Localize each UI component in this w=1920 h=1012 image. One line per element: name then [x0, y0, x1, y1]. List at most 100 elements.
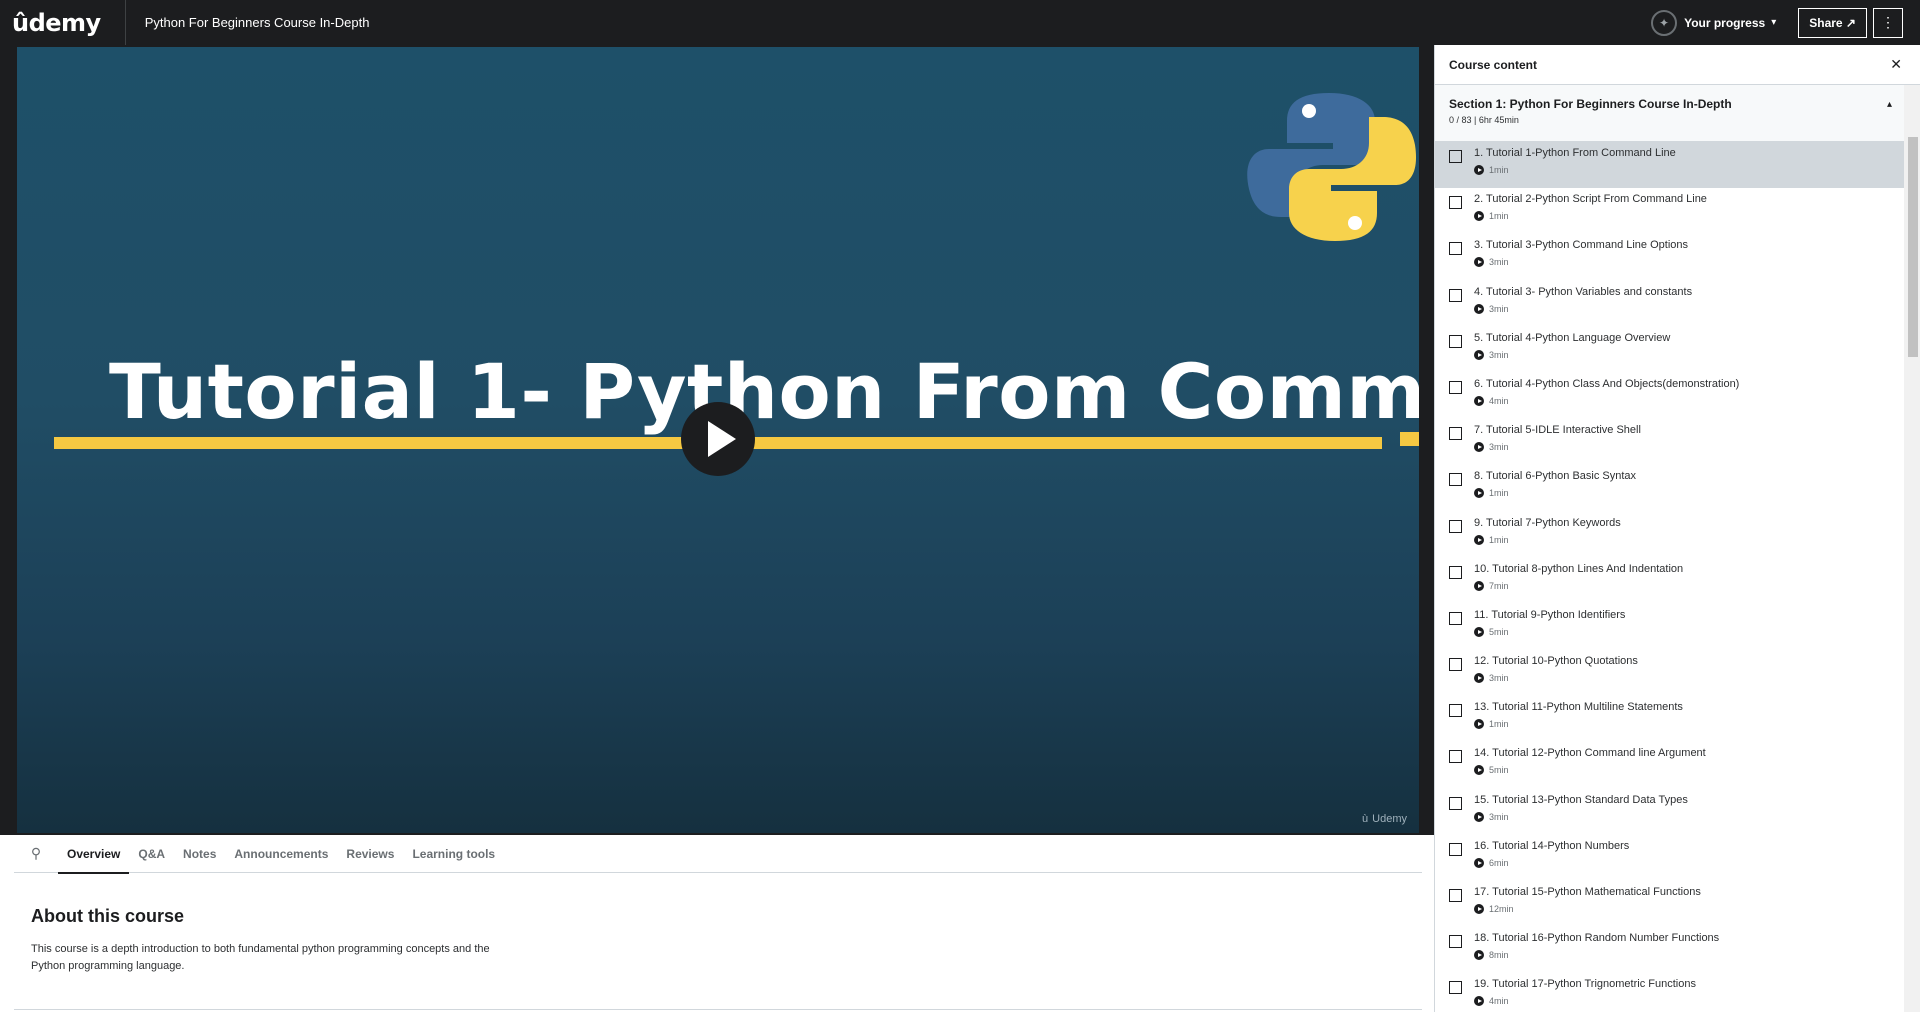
lecture-item[interactable]: 19. Tutorial 17-Python Trignometric Func…: [1435, 973, 1920, 1012]
lecture-body: 12. Tutorial 10-Python Quotations 3min: [1474, 655, 1638, 696]
lecture-meta: 3min: [1474, 442, 1641, 453]
checkbox-icon[interactable]: [1449, 750, 1462, 764]
lecture-meta: 12min: [1474, 904, 1701, 914]
lecture-item[interactable]: 3. Tutorial 3-Python Command Line Option…: [1435, 234, 1920, 280]
lecture-item[interactable]: 5. Tutorial 4-Python Language Overview 3m…: [1435, 327, 1920, 373]
udemy-watermark: ù Udemy: [1362, 813, 1407, 825]
play-icon: [1474, 349, 1484, 360]
play-icon: [1474, 442, 1484, 453]
checkbox-icon[interactable]: [1449, 935, 1462, 949]
lecture-title: 15. Tutorial 13-Python Standard Data Typ…: [1474, 793, 1688, 806]
lecture-item[interactable]: 15. Tutorial 13-Python Standard Data Typ…: [1435, 789, 1920, 835]
lecture-item[interactable]: 7. Tutorial 5-IDLE Interactive Shell 3min: [1435, 419, 1920, 465]
tab-qa[interactable]: Q&A: [129, 835, 174, 873]
lecture-item[interactable]: 1. Tutorial 1-Python From Command Line 1m…: [1435, 142, 1920, 189]
checkbox-icon[interactable]: [1449, 242, 1462, 256]
share-button[interactable]: Share ↗: [1798, 7, 1867, 38]
lecture-duration: 4min: [1489, 996, 1509, 1007]
checkbox-icon[interactable]: [1449, 842, 1462, 856]
checkbox-icon[interactable]: [1449, 196, 1462, 210]
lecture-title: 17. Tutorial 15-Python Mathematical Func…: [1474, 886, 1701, 898]
lecture-item[interactable]: 18. Tutorial 16-Python Random Number Fun…: [1435, 927, 1920, 973]
lecture-item[interactable]: 16. Tutorial 14-Python Numbers 6min: [1435, 835, 1920, 881]
tab-reviews[interactable]: Reviews: [337, 835, 403, 873]
tab-overview[interactable]: Overview: [58, 835, 130, 874]
lecture-title: 18. Tutorial 16-Python Random Number Fun…: [1474, 932, 1720, 945]
checkbox-icon[interactable]: [1449, 704, 1462, 718]
play-icon: [1474, 996, 1484, 1007]
lecture-body: 6. Tutorial 4-Python Class And Objects(d…: [1474, 378, 1739, 419]
checkbox-icon[interactable]: [1449, 658, 1462, 672]
play-icon: [1474, 626, 1484, 637]
lecture-title: 7. Tutorial 5-IDLE Interactive Shell: [1474, 424, 1641, 437]
chevron-up-icon[interactable]: ▴: [1887, 99, 1892, 110]
checkbox-icon[interactable]: [1449, 427, 1462, 441]
play-button[interactable]: [681, 402, 755, 476]
trophy-icon[interactable]: ✦: [1651, 9, 1678, 36]
close-icon[interactable]: ✕: [1890, 56, 1902, 73]
lecture-title: 14. Tutorial 12-Python Command line Argu…: [1474, 747, 1706, 760]
more-vertical-icon[interactable]: ⋮: [1873, 7, 1903, 38]
checkbox-icon[interactable]: [1449, 288, 1462, 302]
lecture-body: 1. Tutorial 1-Python From Command Line 1m…: [1474, 147, 1676, 188]
section-header[interactable]: Section 1: Python For Beginners Course I…: [1435, 85, 1920, 142]
checkbox-icon[interactable]: [1449, 334, 1462, 348]
checkbox-icon[interactable]: [1449, 565, 1462, 579]
play-icon: [1474, 857, 1484, 868]
lecture-meta: 5min: [1474, 626, 1625, 637]
video-player[interactable]: Tutorial 1- Python From Command ùUdemy: [17, 47, 1419, 833]
section-divider: [14, 1009, 1422, 1010]
tab-learning-tools[interactable]: Learning tools: [403, 835, 504, 873]
lecture-item[interactable]: 13. Tutorial 11-Python Multiline Stateme…: [1435, 696, 1920, 742]
lecture-item[interactable]: 17. Tutorial 15-Python Mathematical Func…: [1435, 881, 1920, 927]
lecture-duration: 3min: [1489, 811, 1509, 822]
lecture-meta: 1min: [1474, 719, 1683, 730]
python-logo: [1247, 93, 1417, 241]
checkbox-icon[interactable]: [1449, 473, 1462, 487]
lecture-body: 11. Tutorial 9-Python Identifiers 5min: [1474, 609, 1625, 650]
header-actions: ✦ Your progress ▾ Share ↗ ⋮: [1651, 0, 1920, 45]
play-icon: [708, 421, 736, 457]
checkbox-icon[interactable]: [1449, 796, 1462, 810]
play-icon: [1474, 395, 1484, 406]
lecture-item[interactable]: 9. Tutorial 7-Python Keywords 1min: [1435, 512, 1920, 558]
lecture-item[interactable]: 11. Tutorial 9-Python Identifiers 5min: [1435, 604, 1920, 650]
course-title[interactable]: Python For Beginners Course In-Depth: [145, 15, 370, 30]
sidebar-scrollbar[interactable]: [1904, 85, 1920, 1012]
lecture-item[interactable]: 10. Tutorial 8-python Lines And Indentat…: [1435, 558, 1920, 604]
search-icon[interactable]: ⚲: [14, 845, 58, 862]
play-icon: [1474, 580, 1484, 591]
lecture-body: 3. Tutorial 3-Python Command Line Option…: [1474, 239, 1688, 280]
lecture-item[interactable]: 8. Tutorial 6-Python Basic Syntax 1min: [1435, 465, 1920, 511]
lecture-body: 8. Tutorial 6-Python Basic Syntax 1min: [1474, 470, 1636, 511]
checkbox-icon[interactable]: [1449, 519, 1462, 533]
lecture-duration: 4min: [1489, 395, 1509, 406]
lecture-item[interactable]: 2. Tutorial 2-Python Script From Command…: [1435, 188, 1920, 234]
your-progress-button[interactable]: Your progress: [1684, 16, 1765, 30]
lecture-duration: 1min: [1489, 211, 1509, 222]
checkbox-icon[interactable]: [1449, 150, 1462, 163]
lecture-item[interactable]: 12. Tutorial 10-Python Quotations 3min: [1435, 650, 1920, 696]
checkbox-icon[interactable]: [1449, 380, 1462, 394]
udemy-logo[interactable]: ûdemy: [12, 9, 101, 37]
lecture-title: 2. Tutorial 2-Python Script From Command…: [1474, 193, 1707, 206]
lecture-duration: 1min: [1489, 488, 1509, 499]
checkbox-icon[interactable]: [1449, 889, 1462, 902]
play-icon: [1474, 257, 1484, 268]
checkbox-icon[interactable]: [1449, 981, 1462, 995]
lecture-duration: 1min: [1489, 719, 1509, 730]
play-icon: [1474, 811, 1484, 822]
lecture-meta: 1min: [1474, 165, 1676, 175]
tab-announcements[interactable]: Announcements: [225, 835, 337, 873]
tab-notes[interactable]: Notes: [174, 835, 225, 873]
udemy-watermark-text: Udemy: [1372, 813, 1407, 825]
play-icon: [1474, 488, 1484, 499]
chevron-down-icon[interactable]: ▾: [1771, 17, 1776, 28]
lecture-duration: 3min: [1489, 303, 1509, 314]
lecture-item[interactable]: 6. Tutorial 4-Python Class And Objects(d…: [1435, 373, 1920, 419]
checkbox-icon[interactable]: [1449, 611, 1462, 625]
lecture-item[interactable]: 14. Tutorial 12-Python Command line Argu…: [1435, 742, 1920, 788]
play-icon: [1474, 165, 1484, 175]
scrollbar-thumb[interactable]: [1908, 137, 1918, 357]
lecture-item[interactable]: 4. Tutorial 3- Python Variables and cons…: [1435, 281, 1920, 327]
